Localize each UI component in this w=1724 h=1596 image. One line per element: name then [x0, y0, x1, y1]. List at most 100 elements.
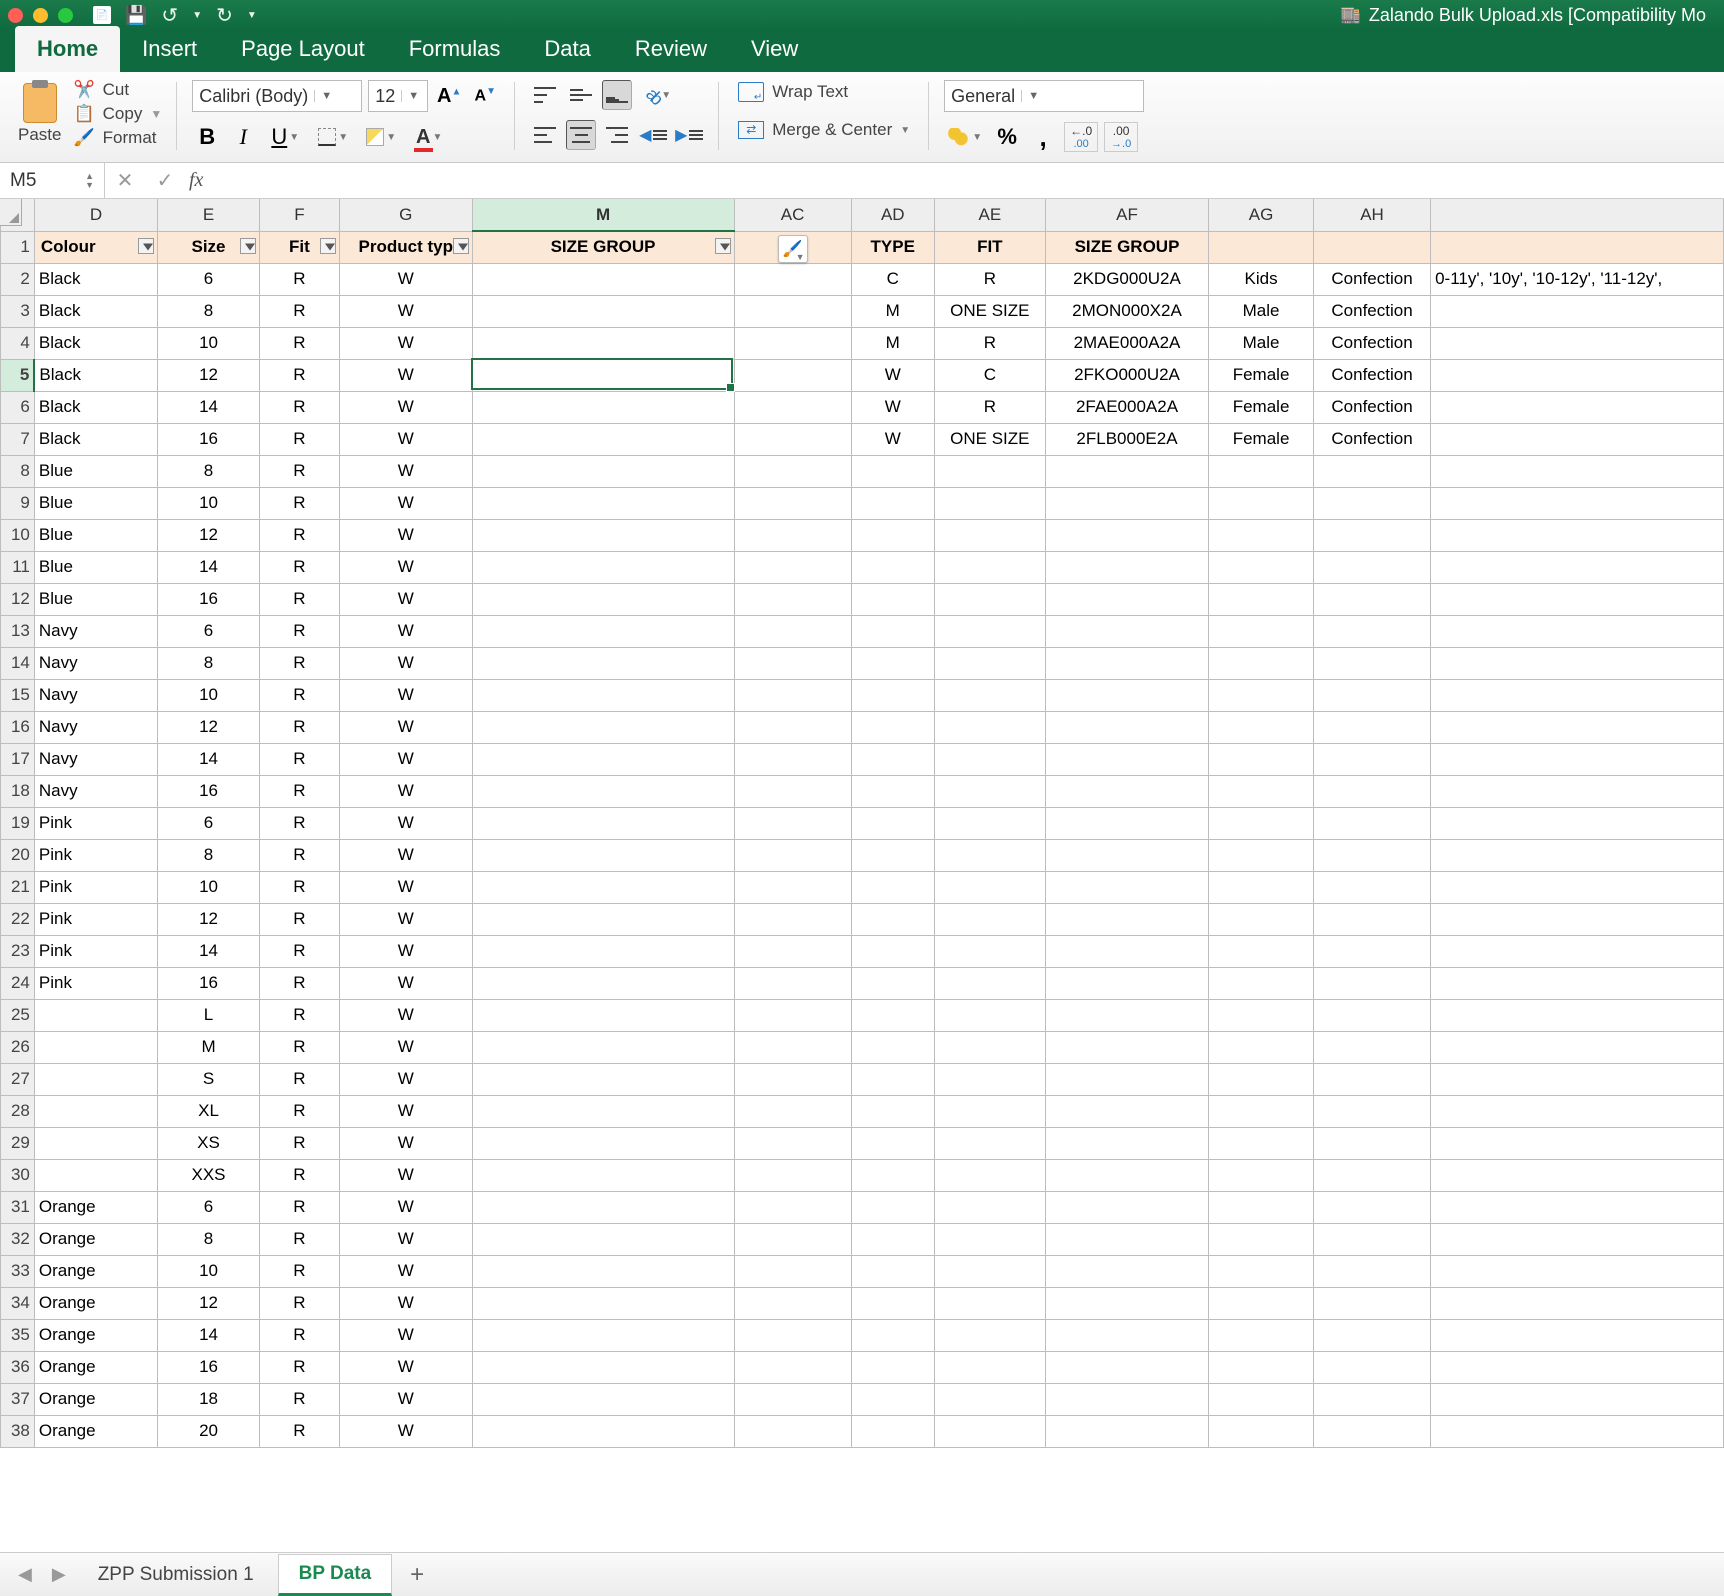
cell-M30[interactable] — [472, 1159, 734, 1191]
cell-AC13[interactable] — [734, 615, 851, 647]
cancel-formula-button[interactable]: ✕ — [105, 168, 145, 193]
cell-AG27[interactable] — [1209, 1063, 1314, 1095]
cell-AG17[interactable] — [1209, 743, 1314, 775]
cell-AF18[interactable] — [1045, 775, 1208, 807]
cell-M5[interactable] — [472, 359, 734, 391]
cell-M4[interactable] — [472, 327, 734, 359]
cell-AC12[interactable] — [734, 583, 851, 615]
cell-AD10[interactable] — [851, 519, 934, 551]
cell-AD17[interactable] — [851, 743, 934, 775]
align-middle-button[interactable] — [566, 80, 596, 110]
cell-AG28[interactable] — [1209, 1095, 1314, 1127]
row-header-3[interactable]: 3 — [1, 295, 35, 327]
cut-button[interactable]: ✂️ Cut — [73, 80, 162, 100]
cell-AH36[interactable] — [1313, 1351, 1430, 1383]
cell-last15[interactable] — [1431, 679, 1724, 711]
cell-M37[interactable] — [472, 1383, 734, 1415]
align-bottom-button[interactable] — [602, 80, 632, 110]
cell-AH37[interactable] — [1313, 1383, 1430, 1415]
cell-AC5[interactable] — [734, 359, 851, 391]
cell-G14[interactable]: W — [340, 647, 473, 679]
cell-last28[interactable] — [1431, 1095, 1724, 1127]
cell-AH17[interactable] — [1313, 743, 1430, 775]
cell-F28[interactable]: R — [259, 1095, 339, 1127]
row-header-35[interactable]: 35 — [1, 1319, 35, 1351]
table-header-D[interactable]: Colour — [34, 231, 157, 263]
cell-AH10[interactable] — [1313, 519, 1430, 551]
tab-formulas[interactable]: Formulas — [387, 26, 523, 72]
cell-AD26[interactable] — [851, 1031, 934, 1063]
cell-AF14[interactable] — [1045, 647, 1208, 679]
cell-AC20[interactable] — [734, 839, 851, 871]
cell-AE18[interactable] — [934, 775, 1045, 807]
cell-AC22[interactable] — [734, 903, 851, 935]
cell-G36[interactable]: W — [340, 1351, 473, 1383]
cell-M13[interactable] — [472, 615, 734, 647]
cell-AF4[interactable]: 2MAE000A2A — [1045, 327, 1208, 359]
row-header-19[interactable]: 19 — [1, 807, 35, 839]
cell-AF25[interactable] — [1045, 999, 1208, 1031]
table-header-M[interactable]: SIZE GROUP — [472, 231, 734, 263]
cell-D36[interactable]: Orange — [34, 1351, 157, 1383]
cell-E28[interactable]: XL — [158, 1095, 260, 1127]
cell-AC25[interactable] — [734, 999, 851, 1031]
cell-G20[interactable]: W — [340, 839, 473, 871]
cell-AF15[interactable] — [1045, 679, 1208, 711]
cell-M35[interactable] — [472, 1319, 734, 1351]
cell-D32[interactable]: Orange — [34, 1223, 157, 1255]
sheet-tab-2[interactable]: BP Data — [278, 1554, 393, 1596]
row-header-34[interactable]: 34 — [1, 1287, 35, 1319]
percent-button[interactable]: % — [992, 122, 1022, 152]
paste-options-button[interactable]: 🖌️ — [778, 235, 808, 263]
cell-G16[interactable]: W — [340, 711, 473, 743]
cell-AG26[interactable] — [1209, 1031, 1314, 1063]
cell-G24[interactable]: W — [340, 967, 473, 999]
cell-AG3[interactable]: Male — [1209, 295, 1314, 327]
cell-AF6[interactable]: 2FAE000A2A — [1045, 391, 1208, 423]
col-header-F[interactable]: F — [259, 199, 339, 231]
cell-AD14[interactable] — [851, 647, 934, 679]
orientation-button[interactable]: ab▼ — [638, 80, 680, 110]
cell-AE20[interactable] — [934, 839, 1045, 871]
comma-button[interactable]: , — [1028, 122, 1058, 152]
currency-button[interactable]: ▼ — [944, 122, 986, 152]
cell-last19[interactable] — [1431, 807, 1724, 839]
cell-G19[interactable]: W — [340, 807, 473, 839]
cell-AC28[interactable] — [734, 1095, 851, 1127]
cell-D12[interactable]: Blue — [34, 583, 157, 615]
table-header-E[interactable]: Size — [158, 231, 260, 263]
cell-AF29[interactable] — [1045, 1127, 1208, 1159]
cell-M29[interactable] — [472, 1127, 734, 1159]
cell-AE14[interactable] — [934, 647, 1045, 679]
cell-E18[interactable]: 16 — [158, 775, 260, 807]
cell-E37[interactable]: 18 — [158, 1383, 260, 1415]
cell-D17[interactable]: Navy — [34, 743, 157, 775]
decrease-decimal-button[interactable]: .00→.0 — [1104, 122, 1138, 152]
row-header-36[interactable]: 36 — [1, 1351, 35, 1383]
increase-decimal-button[interactable]: ←.0.00 — [1064, 122, 1098, 152]
cell-AE35[interactable] — [934, 1319, 1045, 1351]
cell-AF8[interactable] — [1045, 455, 1208, 487]
cell-last6[interactable] — [1431, 391, 1724, 423]
cell-last3[interactable] — [1431, 295, 1724, 327]
cell-D7[interactable]: Black — [34, 423, 157, 455]
cell-AD18[interactable] — [851, 775, 934, 807]
cell-M18[interactable] — [472, 775, 734, 807]
cell-AC2[interactable] — [734, 263, 851, 295]
cell-D30[interactable] — [34, 1159, 157, 1191]
cell-AC21[interactable] — [734, 871, 851, 903]
cell-AG2[interactable]: Kids — [1209, 263, 1314, 295]
row-header-37[interactable]: 37 — [1, 1383, 35, 1415]
cell-G12[interactable]: W — [340, 583, 473, 615]
maximize-window-button[interactable] — [58, 8, 73, 23]
row-header-25[interactable]: 25 — [1, 999, 35, 1031]
cell-G34[interactable]: W — [340, 1287, 473, 1319]
cell-G32[interactable]: W — [340, 1223, 473, 1255]
increase-indent-button[interactable]: ▶ — [674, 120, 704, 150]
cell-AG20[interactable] — [1209, 839, 1314, 871]
copy-button[interactable]: 📋 Copy ▼ — [73, 104, 162, 124]
cell-D35[interactable]: Orange — [34, 1319, 157, 1351]
cell-AE12[interactable] — [934, 583, 1045, 615]
cell-AG31[interactable] — [1209, 1191, 1314, 1223]
row-header-9[interactable]: 9 — [1, 487, 35, 519]
